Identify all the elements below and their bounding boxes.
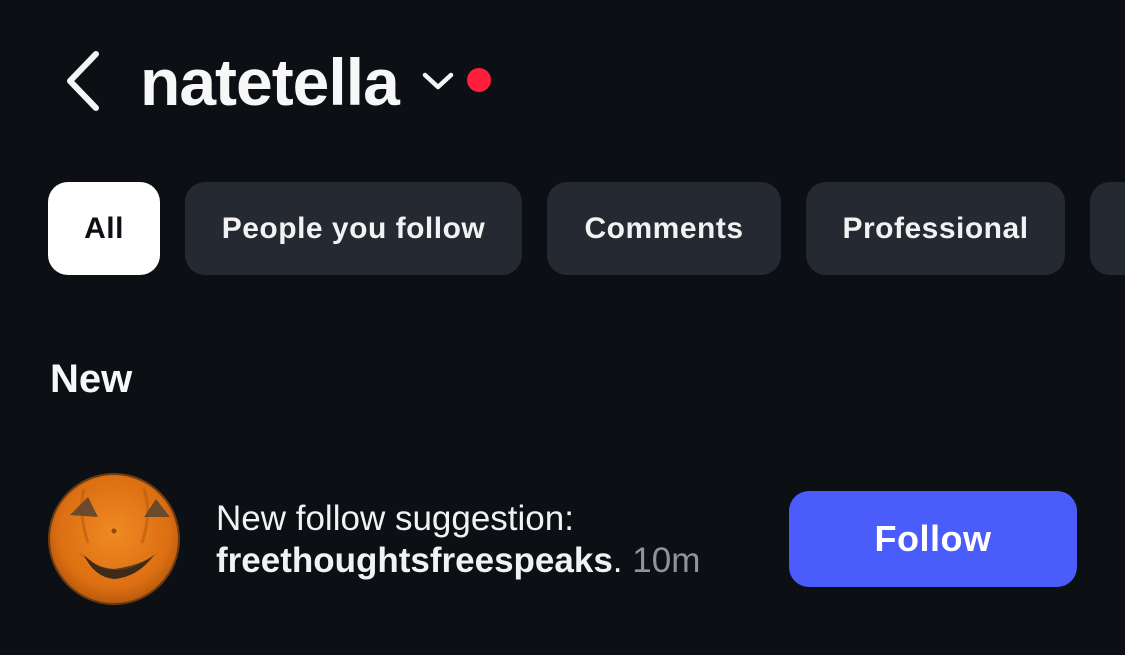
- notification-separator: .: [612, 541, 623, 580]
- chevron-down-icon: [422, 72, 454, 90]
- header: natetella: [0, 0, 1125, 160]
- filter-chip-comments[interactable]: Comments: [547, 182, 781, 275]
- chevron-left-icon: [67, 51, 99, 111]
- back-button[interactable]: [60, 48, 110, 114]
- filter-chip-all[interactable]: All: [48, 182, 160, 275]
- pumpkin-avatar: [48, 473, 180, 605]
- unread-dot: [467, 68, 491, 92]
- follow-button[interactable]: Follow: [789, 491, 1077, 587]
- notification-time: 10m: [632, 541, 701, 580]
- account-username[interactable]: natetella: [140, 40, 400, 124]
- notification-text: New follow suggestion: freethoughtsfrees…: [216, 498, 756, 582]
- avatar[interactable]: [48, 473, 180, 605]
- account-switch-button[interactable]: [420, 66, 456, 96]
- suggested-username[interactable]: freethoughtsfreespeaks: [216, 541, 613, 580]
- filter-chip-professional[interactable]: Professional: [806, 182, 1065, 275]
- section-title: New: [50, 357, 133, 401]
- notification-message: New follow suggestion:: [216, 499, 574, 538]
- activity-screen: natetella All People you follow Comments…: [0, 0, 1125, 655]
- filter-chip-more[interactable]: [1090, 182, 1125, 275]
- filter-chip-people-you-follow[interactable]: People you follow: [185, 182, 522, 275]
- filter-chips: All People you follow Comments Professio…: [48, 182, 1125, 275]
